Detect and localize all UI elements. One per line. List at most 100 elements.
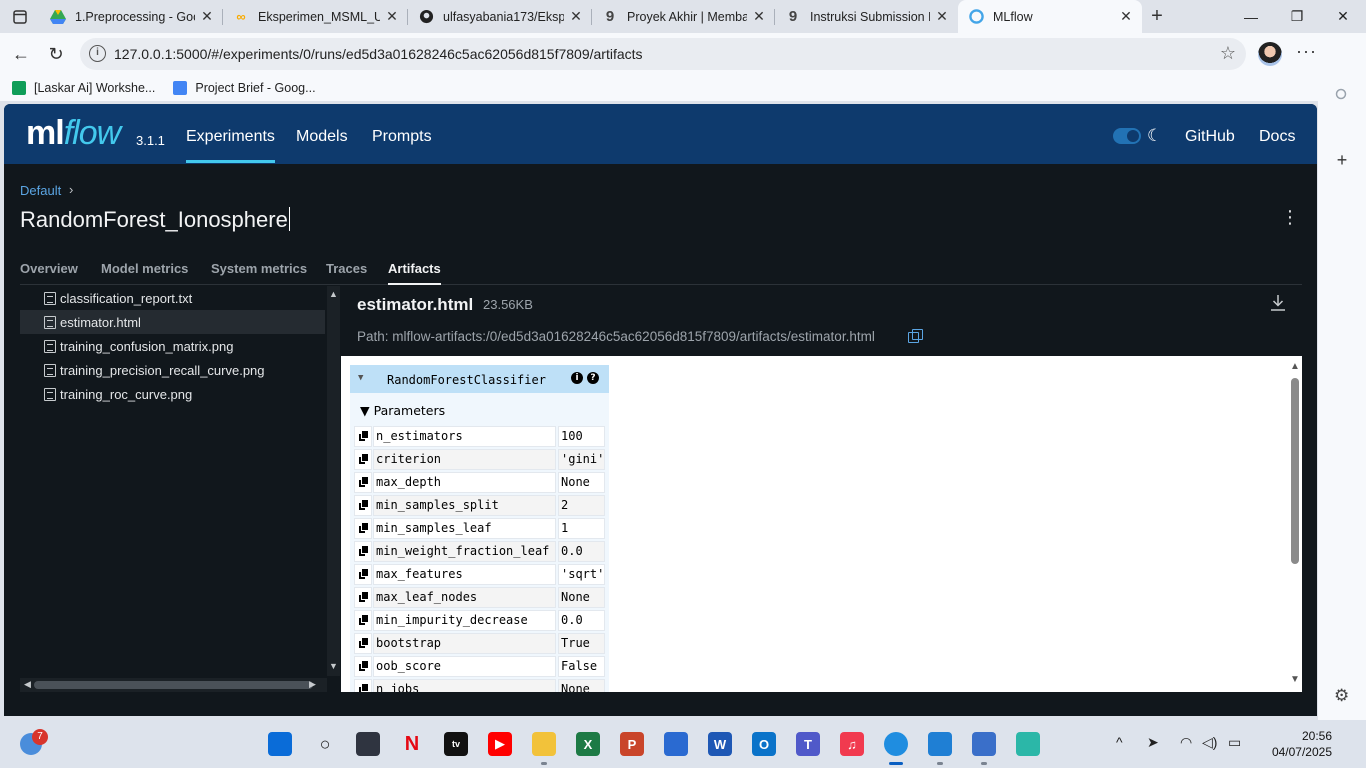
copy-icon[interactable] (354, 518, 372, 539)
maximize-button[interactable]: ❐ (1274, 0, 1320, 33)
copy-icon[interactable] (354, 610, 372, 631)
app-icon[interactable] (1016, 732, 1040, 756)
scroll-up-icon[interactable]: ▲ (1290, 361, 1300, 372)
close-icon[interactable]: ✕ (568, 8, 584, 25)
scroll-left-icon[interactable]: ◀ (24, 679, 31, 690)
scroll-right-icon[interactable]: ▶ (309, 679, 316, 690)
page-title[interactable]: RandomForest_Ionosphere (20, 207, 290, 233)
tab-traces[interactable]: Traces (326, 261, 367, 276)
copy-icon[interactable] (354, 541, 372, 562)
scroll-up-icon[interactable]: ▲ (329, 289, 338, 299)
info-icon[interactable]: i (571, 372, 583, 384)
copy-icon[interactable] (354, 426, 372, 447)
list-item[interactable]: estimator.html (20, 310, 325, 334)
close-icon[interactable]: ✕ (199, 8, 215, 25)
copy-icon[interactable] (354, 679, 372, 692)
copy-icon[interactable] (354, 633, 372, 654)
site-info-icon[interactable]: i (89, 45, 106, 62)
weather-widget[interactable]: 7 (20, 729, 48, 757)
list-item[interactable]: training_precision_recall_curve.png (20, 358, 325, 382)
volume-icon[interactable]: ◁) (1202, 734, 1217, 751)
outlook-icon[interactable]: O (752, 732, 776, 756)
tab-system-metrics[interactable]: System metrics (211, 261, 307, 276)
nav-prompts[interactable]: Prompts (372, 128, 432, 146)
refresh-button[interactable]: ↻ (43, 41, 69, 67)
copy-icon[interactable] (908, 329, 923, 343)
list-item[interactable]: classification_report.txt (20, 286, 325, 310)
tab-instruksi[interactable]: 9 Instruksi Submission Pr ✕ (775, 0, 958, 33)
battery-icon[interactable]: ▭ (1228, 734, 1241, 751)
minimize-button[interactable]: — (1228, 0, 1274, 33)
list-item[interactable]: training_roc_curve.png (20, 382, 325, 406)
favorite-star-icon[interactable]: ☆ (1220, 43, 1236, 64)
start-icon[interactable] (268, 732, 292, 756)
teams-icon[interactable]: T (796, 732, 820, 756)
notepad-icon[interactable] (972, 732, 996, 765)
copy-icon[interactable] (354, 587, 372, 608)
close-icon[interactable]: ✕ (1118, 8, 1134, 25)
tab-model-metrics[interactable]: Model metrics (101, 261, 188, 276)
bookmark-item[interactable]: Project Brief - Goog... (173, 81, 316, 95)
docs-link[interactable]: Docs (1259, 128, 1295, 146)
tab-actions-button[interactable] (0, 0, 40, 33)
tab-colab[interactable]: ∞ Eksperimen_MSML_Ulfa ✕ (223, 0, 408, 33)
list-item[interactable]: training_confusion_matrix.png (20, 334, 325, 358)
excel-icon[interactable]: X (576, 732, 600, 756)
netflix-icon[interactable]: N (400, 732, 424, 756)
more-menu-button[interactable]: ··· (1296, 41, 1317, 62)
search-icon[interactable] (1330, 83, 1354, 107)
scroll-thumb[interactable] (34, 681, 313, 689)
parameters-toggle[interactable]: ▼ Parameters (360, 403, 445, 418)
scroll-thumb[interactable] (1291, 378, 1299, 564)
tab-overview[interactable]: Overview (20, 261, 78, 276)
breadcrumb[interactable]: Default (20, 183, 61, 198)
github-link[interactable]: GitHub (1185, 128, 1235, 146)
copy-icon[interactable] (354, 449, 372, 470)
nav-experiments[interactable]: Experiments (186, 128, 275, 163)
nav-models[interactable]: Models (296, 128, 348, 146)
youtube-icon[interactable]: ▶ (488, 732, 512, 756)
help-icon[interactable]: ? (587, 372, 599, 384)
vscode-icon[interactable] (928, 732, 952, 765)
tab-github[interactable]: ulfasyabania173/Eksper ✕ (408, 0, 592, 33)
close-icon[interactable]: ✕ (751, 8, 767, 25)
new-tab-button[interactable]: + (1142, 5, 1172, 28)
copy-icon[interactable] (354, 495, 372, 516)
dark-mode-toggle[interactable] (1113, 128, 1141, 144)
bookmark-item[interactable]: [Laskar Ai] Workshe... (12, 81, 155, 95)
clock[interactable]: 20:56 04/07/2025 (1254, 728, 1332, 760)
chevron-up-icon[interactable]: ^ (1116, 734, 1123, 750)
add-icon[interactable]: + (1330, 148, 1354, 172)
close-icon[interactable]: ✕ (934, 8, 950, 25)
download-icon[interactable] (1270, 294, 1286, 312)
task-view-icon[interactable] (356, 732, 380, 756)
tab-preprocessing[interactable]: 1.Preprocessing - Goog ✕ (40, 0, 223, 33)
copy-icon[interactable] (354, 656, 372, 677)
close-window-button[interactable]: ✕ (1320, 0, 1366, 33)
estimator-header[interactable]: ▼ RandomForestClassifier i ? (350, 365, 609, 393)
tab-artifacts[interactable]: Artifacts (388, 261, 441, 285)
search-icon[interactable]: ○ (313, 732, 337, 756)
scroll-down-icon[interactable]: ▼ (329, 661, 338, 671)
copy-icon[interactable] (354, 564, 372, 585)
apple-tv-icon[interactable]: tv (444, 732, 468, 756)
close-icon[interactable]: ✕ (384, 8, 400, 25)
tab-mlflow[interactable]: MLflow ✕ (958, 0, 1142, 33)
tree-vertical-scrollbar[interactable]: ▲ ▼ (327, 286, 340, 676)
scroll-down-icon[interactable]: ▼ (1290, 674, 1300, 685)
apple-music-icon[interactable]: ♫ (840, 732, 864, 756)
edge-icon[interactable] (884, 732, 908, 765)
mlflow-logo[interactable]: mlflow (26, 114, 121, 153)
copy-icon[interactable] (354, 472, 372, 493)
store-icon[interactable] (664, 732, 688, 756)
file-explorer-icon[interactable] (532, 732, 556, 765)
wifi-icon[interactable]: ◠ (1180, 734, 1192, 751)
powerpoint-icon[interactable]: P (620, 732, 644, 756)
back-button[interactable]: ← (8, 41, 34, 67)
address-bar[interactable]: i 127.0.0.1:5000/#/experiments/0/runs/ed… (80, 38, 1246, 70)
kebab-menu-icon[interactable]: ⋮ (1281, 208, 1299, 226)
profile-avatar[interactable] (1258, 42, 1282, 66)
preview-scrollbar[interactable]: ▲ ▼ (1287, 356, 1302, 692)
word-icon[interactable]: W (708, 732, 732, 756)
tab-proyek-akhir[interactable]: 9 Proyek Akhir | Membar ✕ (592, 0, 775, 33)
